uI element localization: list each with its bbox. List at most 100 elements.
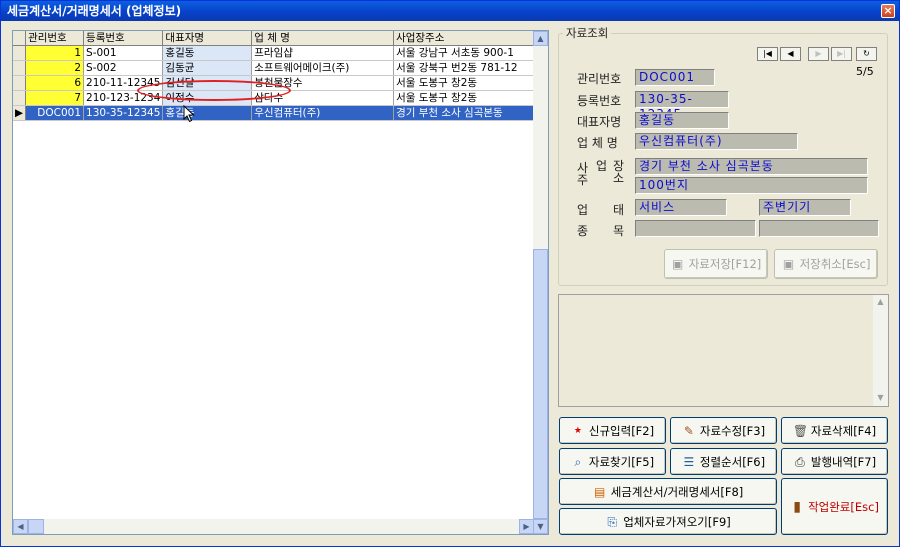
mouse-cursor-icon [183,105,195,123]
cell-addr[interactable]: 서울 도봉구 창2동 [393,90,548,106]
scroll-right-icon[interactable]: ▶ [519,519,534,534]
scroll-down-icon[interactable]: ▼ [533,519,548,534]
row-indicator[interactable] [13,90,27,106]
cell-id[interactable]: 7 [25,90,85,106]
cell-id[interactable]: DOC001 [25,105,85,121]
cell-reg[interactable]: S-002 [83,60,164,76]
field-biz-type[interactable]: 서비스 [635,199,727,216]
field-reg[interactable]: 130-35-12345 [635,91,729,121]
cell-reg[interactable]: 130-35-12345 [83,105,164,121]
memo-scrollbar[interactable]: ▲ ▼ [873,295,888,406]
cancel-save-button[interactable]: ▣ 저장취소[Esc] [774,249,878,279]
new-entry-label: 신규입력[F2] [588,423,655,438]
window-title: 세금계산서/거래명세서 (업체정보) [7,4,182,18]
find-label: 자료찾기[F5] [588,454,655,469]
close-button[interactable]: × [881,4,895,18]
field-biz-item[interactable]: 주변기기 [759,199,851,216]
field-company[interactable]: 우신컴퓨터(주) [635,133,798,150]
memo-scroll-up-icon[interactable]: ▲ [873,295,888,310]
delete-button[interactable]: 🗑 자료삭제[F4] [781,417,888,444]
cell-addr[interactable]: 서울 강북구 번2동 781-12 [393,60,548,76]
cell-rep[interactable]: 홍길동 [162,45,253,61]
search-icon: ⌕ [574,454,582,469]
col-header-company[interactable]: 업 체 명 [251,31,395,46]
field-mok[interactable] [759,220,879,237]
last-record-icon[interactable]: ▶| [831,47,852,61]
document-icon: ▤ [594,484,606,499]
edit-label: 자료수정[F3] [699,423,766,438]
prev-record-icon[interactable]: ◀ [780,47,801,61]
label-addr-c: 업 [596,159,608,173]
label-item-2: 목 [613,224,625,238]
import-label: 업체자료가져오기[F9] [623,514,731,529]
history-button[interactable]: ⎙ 발행내역[F7] [781,448,888,475]
cell-rep[interactable]: 김동균 [162,60,253,76]
invoice-button[interactable]: ▤ 세금계산서/거래명세서[F8] [559,478,777,505]
memo-area[interactable]: ▲ ▼ [558,294,889,407]
table-row[interactable]: 1 S-001 홍길동 프라임샵 서울 강남구 서초동 900-1 [13,45,548,61]
field-rep[interactable]: 홍길동 [635,112,729,129]
label-reg: 등록번호 [577,94,622,108]
scroll-up-icon[interactable]: ▲ [533,31,548,46]
col-header-id[interactable]: 관리번호 [25,31,85,46]
hscroll-thumb[interactable] [28,519,44,534]
field-addr2[interactable]: 100번지 [635,177,868,194]
new-entry-button[interactable]: ★ 신규입력[F2] [559,417,666,444]
find-button[interactable]: ⌕ 자료찾기[F5] [559,448,666,475]
cell-addr[interactable]: 경기 부천 소사 심곡본동 [393,105,548,121]
group-legend: 자료조회 [563,25,612,41]
refresh-icon[interactable]: ↻ [856,47,877,61]
done-button[interactable]: ▮ 작업완료[Esc] [781,478,888,535]
cell-id[interactable]: 2 [25,60,85,76]
cell-reg[interactable]: S-001 [83,45,164,61]
scroll-left-icon[interactable]: ◀ [13,519,28,534]
cell-addr[interactable]: 서울 도봉구 창2동 [393,75,548,91]
cell-company[interactable]: 소프트웨어메이크(주) [251,60,395,76]
cell-rep[interactable]: 홍길동 [162,105,253,121]
label-biz-1: 업 [577,203,589,217]
table-row[interactable]: 2 S-002 김동균 소프트웨어메이크(주) 서울 강북구 번2동 781-1… [13,60,548,76]
cell-company[interactable]: 프라임샵 [251,45,395,61]
row-indicator[interactable] [13,45,27,61]
first-record-icon[interactable]: |◀ [757,47,778,61]
field-jong[interactable] [635,220,756,237]
cell-id[interactable]: 6 [25,75,85,91]
label-item-1: 종 [577,224,589,238]
save-button-label: 자료저장[F12] [688,257,762,271]
row-indicator[interactable] [13,60,27,76]
scroll-thumb[interactable] [533,249,548,519]
save-button[interactable]: ▣ 자료저장[F12] [664,249,768,279]
import-icon: ⎘ [607,514,618,529]
import-button[interactable]: ⎘ 업체자료가져오기[F9] [559,508,777,535]
col-header-rep[interactable]: 대표자명 [162,31,253,46]
app-window: 세금계산서/거래명세서 (업체정보) × 관리번호 등록번호 대표자명 업 체 … [0,0,900,547]
label-addr-e: 소 [613,171,625,185]
grid-header-row: 관리번호 등록번호 대표자명 업 체 명 사업장주소 [13,31,548,46]
cell-id[interactable]: 1 [25,45,85,61]
col-header-reg[interactable]: 등록번호 [83,31,164,46]
next-record-icon[interactable]: ▶ [808,47,829,61]
edit-icon: ✎ [683,423,694,438]
company-grid[interactable]: 관리번호 등록번호 대표자명 업 체 명 사업장주소 1 S-001 홍길동 프… [12,30,549,535]
col-header-addr[interactable]: 사업장주소 [393,31,548,46]
done-label: 작업완료[Esc] [808,499,879,514]
sort-button[interactable]: ☰ 정렬순서[F6] [670,448,777,475]
grid-horizontal-scrollbar[interactable]: ◀ ▶ [13,519,534,534]
memo-scroll-down-icon[interactable]: ▼ [873,391,888,406]
print-icon: ⎙ [795,454,805,469]
sort-label: 정렬순서[F6] [699,454,766,469]
field-id[interactable]: DOC001 [635,69,715,86]
row-indicator[interactable] [13,75,27,91]
title-bar[interactable]: 세금계산서/거래명세서 (업체정보) × [1,1,899,21]
edit-button[interactable]: ✎ 자료수정[F3] [670,417,777,444]
field-addr1[interactable]: 경기 부천 소사 심곡본동 [635,158,868,175]
cell-company[interactable]: 우신컴퓨터(주) [251,105,395,121]
cell-addr[interactable]: 서울 강남구 서초동 900-1 [393,45,548,61]
table-row-selected[interactable]: ▶ DOC001 130-35-12345 홍길동 우신컴퓨터(주) 경기 부천… [13,105,548,121]
grid-header-indicator [13,31,27,46]
sort-icon: ☰ [683,454,695,469]
label-company: 업 체 명 [577,136,618,150]
row-indicator[interactable]: ▶ [13,105,27,121]
new-icon: ★ [573,425,582,436]
grid-vertical-scrollbar[interactable]: ▲ ▼ [533,31,548,534]
